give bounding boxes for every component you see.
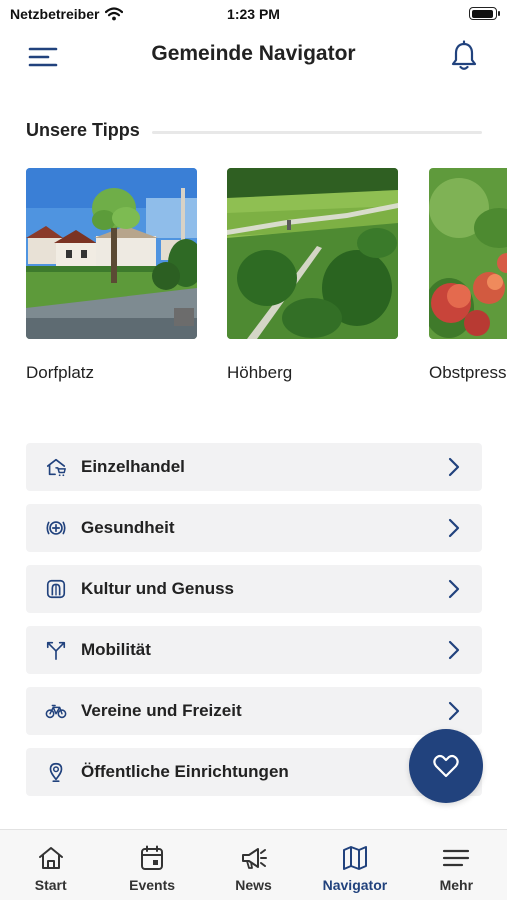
category-label: Einzelhandel [81,457,185,476]
tab-label: Start [34,877,67,893]
tip-card-hoehberg[interactable]: Höhberg [227,168,398,383]
tab-label: Events [129,877,176,893]
chevron-right-icon [448,518,460,538]
category-mobilitaet[interactable]: Mobilität [26,626,482,674]
battery-fill [471,9,494,18]
map-icon [342,846,367,870]
tip-card-obstpresse[interactable]: Obstpresse [429,168,507,383]
status-time: 1:23 PM [227,6,280,22]
tab-news[interactable]: News [203,830,304,900]
category-einzelhandel[interactable]: Einzelhandel [26,443,482,491]
chevron-right-icon [448,579,460,599]
hamburger-menu-icon [28,47,58,67]
category-vereine[interactable]: Vereine und Freizeit [26,687,482,735]
hill-aerial-photo [227,168,398,339]
menu-lines-icon [443,849,470,867]
chevron-right-icon [448,701,460,721]
category-kultur[interactable]: Kultur und Genuss [26,565,482,613]
calendar-icon [141,845,164,870]
bicycle-icon [45,704,67,719]
culture-arch-icon [46,579,66,599]
page-title: Gemeinde Navigator [151,42,356,65]
tab-events[interactable]: Events [101,830,202,900]
tip-label: Dorfplatz [26,363,95,382]
tip-label: Höhberg [227,363,293,382]
tab-mehr[interactable]: Mehr [406,830,507,900]
tab-navigator[interactable]: Navigator [304,830,405,900]
heading-divider [151,131,482,134]
status-bar: Netzbetreiber 1:23 PM [0,0,507,30]
tab-start[interactable]: Start [0,830,101,900]
tip-card-dorfplatz[interactable]: Dorfplatz [26,168,197,383]
split-arrows-icon [46,641,66,660]
chevron-right-icon [448,457,460,477]
category-label: Mobilität [81,640,151,659]
tip-label: Obstpresse [429,363,507,382]
category-gesundheit[interactable]: Gesundheit [26,504,482,552]
tab-bar: Start Events News Navigator Mehr [0,829,507,900]
chevron-right-icon [448,640,460,660]
location-pin-icon [49,762,63,782]
heart-icon [433,754,459,778]
village-square-photo [26,168,197,339]
tips-title: Unsere Tipps [26,120,140,140]
bell-icon [451,40,477,70]
medical-cross-icon [46,521,66,535]
megaphone-icon [241,848,267,869]
category-label: Öffentliche Einrichtungen [81,762,289,781]
tips-carousel[interactable]: Dorfplatz Höhberg Obstpress [26,168,507,388]
apple-tree-photo [429,168,507,339]
shop-house-icon [46,458,66,477]
menu-button[interactable] [26,44,60,70]
tab-label: Navigator [322,877,388,893]
notifications-button[interactable] [449,40,479,72]
category-label: Gesundheit [81,518,175,537]
category-label: Vereine und Freizeit [81,701,242,720]
favorites-button[interactable] [409,729,483,803]
tab-label: Mehr [439,877,474,893]
tab-label: News [235,877,272,893]
tips-heading: Unsere Tipps [26,120,482,141]
header: Gemeinde Navigator [0,30,507,82]
category-label: Kultur und Genuss [81,579,234,598]
battery-icon [469,7,500,20]
home-icon [38,847,63,869]
